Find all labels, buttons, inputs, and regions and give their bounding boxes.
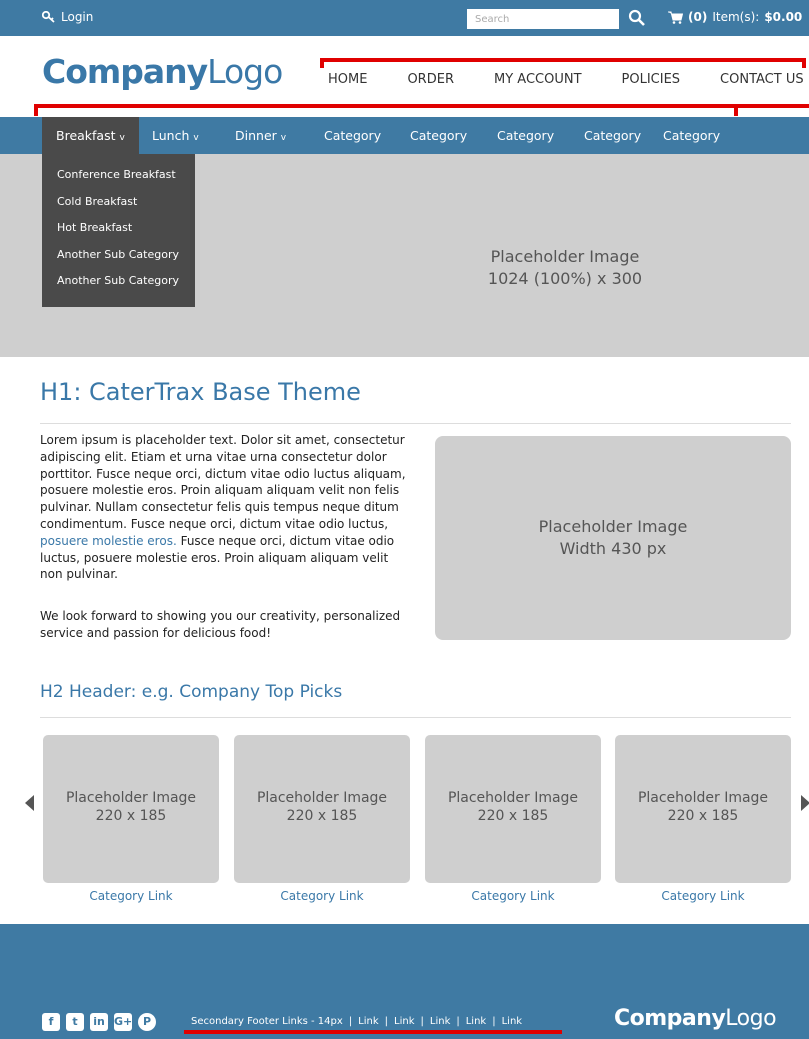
- footer-logo-light: Logo: [725, 1006, 777, 1031]
- dropdown-item[interactable]: Conference Breakfast: [42, 162, 195, 189]
- carousel-next-arrow-icon[interactable]: [801, 795, 809, 811]
- login-link[interactable]: Login: [42, 10, 93, 24]
- nav-my-account[interactable]: MY ACCOUNT: [494, 72, 582, 87]
- divider: [40, 717, 791, 718]
- chevron-down-icon: v: [193, 133, 199, 143]
- card-category-link[interactable]: Category Link: [425, 889, 601, 903]
- annotation-line: [34, 104, 809, 108]
- intro-text: Lorem ipsum is placeholder text. Dolor s…: [40, 433, 406, 531]
- nav-policies[interactable]: POLICIES: [622, 72, 681, 87]
- footer-link[interactable]: Link: [358, 1016, 378, 1027]
- inline-link[interactable]: posuere molestie eros.: [40, 534, 177, 548]
- product-card-image[interactable]: Placeholder Image 220 x 185: [234, 735, 410, 883]
- twitter-icon[interactable]: t: [66, 1013, 84, 1031]
- chevron-down-icon: v: [280, 133, 287, 143]
- link-separator: |: [492, 1016, 496, 1027]
- dropdown-item[interactable]: Another Sub Category: [42, 268, 195, 295]
- card-category-link[interactable]: Category Link: [234, 889, 410, 903]
- intro-paragraph: Lorem ipsum is placeholder text. Dolor s…: [40, 432, 410, 583]
- annotation-line: [184, 1030, 562, 1034]
- category-item[interactable]: Category: [497, 117, 554, 154]
- footer-logo-bold: Company: [614, 1006, 726, 1031]
- product-card-image[interactable]: Placeholder Image 220 x 185: [43, 735, 219, 883]
- card-line-2: 220 x 185: [477, 808, 549, 824]
- category-item[interactable]: Category: [584, 117, 641, 154]
- product-card-image[interactable]: Placeholder Image 220 x 185: [615, 735, 791, 883]
- company-logo[interactable]: CompanyLogo: [42, 52, 283, 91]
- card-line-2: 220 x 185: [95, 808, 167, 824]
- nav-home[interactable]: HOME: [328, 72, 367, 87]
- card-line-2: 220 x 185: [286, 808, 358, 824]
- dropdown-item[interactable]: Another Sub Category: [42, 242, 195, 269]
- dropdown-item[interactable]: Cold Breakfast: [42, 189, 195, 216]
- search-icon[interactable]: [628, 9, 646, 27]
- link-separator: |: [384, 1016, 389, 1027]
- nav-contact-us[interactable]: CONTACT US: [720, 72, 804, 87]
- logo-light: Logo: [207, 52, 283, 91]
- social-icons-visible-row: f t in G+ P: [42, 1013, 156, 1031]
- category-label: Lunch: [152, 128, 190, 143]
- footer-links: Secondary Footer Links - 14px | Link | L…: [191, 1016, 522, 1027]
- product-card-image[interactable]: Placeholder Image 220 x 185: [425, 735, 601, 883]
- category-label: Dinner: [235, 128, 277, 143]
- secondary-footer-link[interactable]: Secondary Footer Links - 14px: [191, 1016, 343, 1027]
- footer-link[interactable]: Link: [466, 1016, 486, 1027]
- search-input[interactable]: [467, 9, 619, 29]
- top-bar: Login (0) Item(s): $0.00: [0, 0, 809, 36]
- annotation-tick: [34, 104, 38, 116]
- category-item[interactable]: Category: [410, 117, 467, 154]
- cart-summary[interactable]: (0) Item(s): $0.00: [668, 10, 802, 24]
- logo-bold: Company: [42, 52, 208, 91]
- breakfast-dropdown: Conference Breakfast Cold Breakfast Hot …: [42, 154, 195, 307]
- annotation-line: [320, 58, 806, 62]
- google-plus-icon[interactable]: G+: [114, 1013, 132, 1031]
- footer-logo[interactable]: CompanyLogo: [614, 1006, 777, 1031]
- annotation-tick: [734, 104, 738, 116]
- side-image-line-1: Placeholder Image: [538, 517, 688, 536]
- footer-link[interactable]: Link: [394, 1016, 414, 1027]
- chevron-down-icon: v: [119, 133, 125, 143]
- page-title: H1: CaterTrax Base Theme: [40, 378, 361, 406]
- footer-link[interactable]: Link: [430, 1016, 450, 1027]
- main-nav: HOME ORDER MY ACCOUNT POLICIES CONTACT U…: [328, 72, 804, 87]
- card-category-link[interactable]: Category Link: [43, 889, 219, 903]
- annotation-tick: [802, 58, 806, 68]
- card-category-link[interactable]: Category Link: [615, 889, 791, 903]
- category-label: Breakfast: [56, 128, 116, 143]
- link-separator: |: [348, 1016, 353, 1027]
- category-lunch[interactable]: Lunch v: [152, 117, 199, 154]
- carousel-prev-arrow-icon[interactable]: [25, 795, 34, 811]
- link-separator: |: [456, 1016, 460, 1027]
- category-item[interactable]: Category: [324, 117, 381, 154]
- category-dinner[interactable]: Dinner v: [235, 117, 286, 154]
- side-placeholder-image: Placeholder Image Width 430 px: [435, 436, 791, 640]
- cart-total: $0.00: [764, 10, 803, 24]
- side-image-line-2: Width 430 px: [559, 539, 667, 558]
- dropdown-item[interactable]: Hot Breakfast: [42, 215, 195, 242]
- closing-paragraph: We look forward to showing you our creat…: [40, 609, 401, 640]
- nav-order[interactable]: ORDER: [407, 72, 454, 87]
- section-heading: H2 Header: e.g. Company Top Picks: [40, 682, 343, 702]
- link-separator: |: [420, 1016, 424, 1027]
- card-line-1: Placeholder Image: [447, 790, 579, 806]
- card-line-1: Placeholder Image: [65, 790, 197, 806]
- linkedin-icon[interactable]: in: [90, 1013, 108, 1031]
- category-bar: Breakfast v Lunch v Dinner v Category Categ…: [0, 117, 809, 154]
- category-breakfast[interactable]: Breakfast v: [42, 117, 139, 154]
- card-line-2: 220 x 185: [667, 808, 739, 824]
- facebook-icon[interactable]: f: [42, 1013, 60, 1031]
- pinterest-icon[interactable]: P: [138, 1013, 156, 1031]
- cart-icon: [668, 11, 683, 24]
- annotation-tick: [320, 58, 324, 68]
- card-line-1: Placeholder Image: [637, 790, 769, 806]
- cart-count: (0): [688, 10, 708, 24]
- card-line-1: Placeholder Image: [256, 790, 388, 806]
- category-item[interactable]: Category: [663, 117, 720, 154]
- cart-items-label: Item(s):: [712, 10, 760, 24]
- footer-link[interactable]: Link: [502, 1016, 522, 1027]
- login-label: Login: [61, 10, 94, 24]
- key-icon: [42, 11, 55, 23]
- divider: [40, 423, 791, 424]
